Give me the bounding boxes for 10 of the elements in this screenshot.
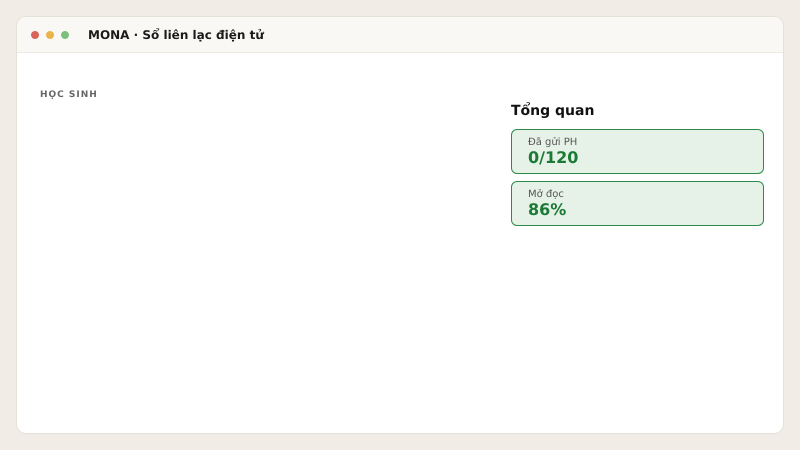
window-title: MONA · Sổ liên lạc điện tử bbox=[88, 28, 264, 42]
overview-title: Tổng quan bbox=[511, 103, 596, 119]
maximize-button[interactable] bbox=[61, 30, 69, 38]
stat-value: 86% bbox=[528, 200, 568, 219]
stat-label: Đã gửi PH bbox=[528, 137, 578, 148]
close-button[interactable] bbox=[31, 30, 39, 38]
stat-value: 0/120 bbox=[528, 148, 580, 167]
minimize-button[interactable] bbox=[46, 30, 54, 38]
section-heading: HỌC SINH bbox=[40, 90, 98, 100]
stat-label: Mở đọc bbox=[528, 189, 565, 200]
